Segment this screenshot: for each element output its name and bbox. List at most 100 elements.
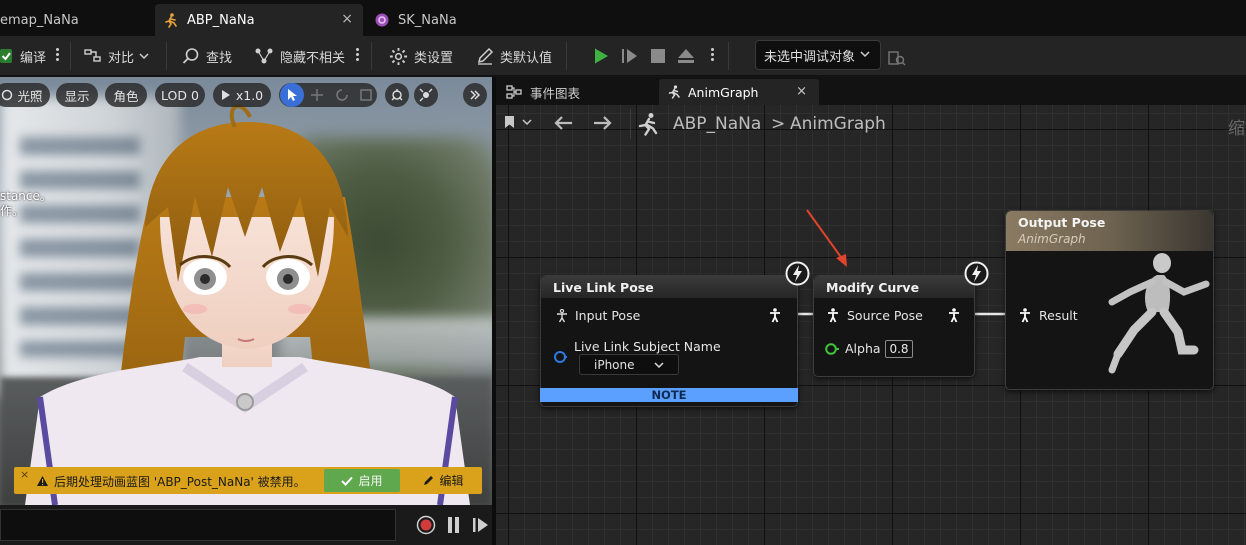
play-options-kebab[interactable] bbox=[711, 46, 715, 66]
graph-tab-bar: 事件图表 AnimGraph × bbox=[496, 77, 1246, 105]
close-icon[interactable]: × bbox=[796, 84, 807, 99]
lightning-icon bbox=[964, 261, 989, 286]
subject-name-label: Live Link Subject Name bbox=[574, 339, 721, 354]
select-tool-button[interactable] bbox=[280, 83, 304, 107]
tab-event-graph[interactable]: 事件图表 bbox=[500, 79, 652, 105]
debug-filter-icon bbox=[888, 51, 906, 66]
event-graph-icon bbox=[506, 85, 522, 99]
viewport-toolbar: 光照 显示 角色 LOD 0 x1.0 bbox=[0, 83, 492, 109]
class-settings-button[interactable]: 类设置 bbox=[389, 44, 453, 68]
play-forward-button[interactable] bbox=[472, 515, 490, 535]
viewport-expand-button[interactable] bbox=[463, 83, 487, 107]
snap-button[interactable] bbox=[414, 83, 438, 107]
node-note-bar[interactable]: NOTE bbox=[540, 388, 798, 402]
live-link-output-pin[interactable] bbox=[768, 308, 782, 327]
toolbar-divider bbox=[566, 42, 567, 70]
snap-icon bbox=[419, 88, 433, 102]
character-button[interactable]: 角色 bbox=[105, 83, 147, 107]
eject-icon bbox=[678, 49, 694, 63]
diff-button[interactable]: 对比 bbox=[84, 44, 155, 68]
toolbar-divider bbox=[166, 42, 167, 70]
tab-label: SK_NaNa bbox=[398, 12, 457, 28]
hide-options-kebab[interactable] bbox=[356, 46, 360, 66]
chevron-down-icon bbox=[139, 53, 149, 60]
show-button[interactable]: 显示 bbox=[56, 83, 98, 107]
record-icon bbox=[416, 515, 436, 535]
pencil-icon bbox=[424, 475, 434, 485]
hide-unrelated-button[interactable]: 隐藏不相关 bbox=[254, 44, 345, 68]
viewport-timeline bbox=[0, 505, 492, 545]
node-subtitle: AnimGraph bbox=[1018, 232, 1086, 246]
step-button[interactable] bbox=[618, 44, 642, 68]
record-button[interactable] bbox=[416, 515, 436, 535]
hide-unrelated-icon bbox=[255, 48, 273, 64]
lighting-button[interactable]: 光照 bbox=[0, 83, 50, 107]
tab-sk-nana[interactable]: SK_NaNa bbox=[372, 4, 532, 36]
node-title: Output Pose bbox=[1018, 215, 1106, 230]
cursor-icon bbox=[288, 89, 297, 101]
pause-button[interactable] bbox=[446, 515, 462, 535]
pose-pin-icon bbox=[770, 308, 780, 323]
play-icon bbox=[221, 90, 230, 100]
warning-close-icon[interactable]: × bbox=[20, 468, 29, 481]
check-icon bbox=[341, 476, 354, 486]
toolbar-divider bbox=[728, 42, 729, 70]
close-icon[interactable]: × bbox=[341, 11, 353, 27]
lightning-icon bbox=[785, 261, 810, 286]
modify-curve-output-pin[interactable] bbox=[947, 308, 961, 327]
running-mannequin-icon bbox=[1108, 253, 1210, 374]
camera-focus-button[interactable] bbox=[385, 83, 409, 107]
viewport-overlay-text: stance。 作。 bbox=[0, 189, 52, 218]
light-icon bbox=[2, 89, 13, 101]
edit-button[interactable]: 编辑 bbox=[408, 469, 478, 492]
pose-pin-icon bbox=[949, 308, 959, 323]
main-toolbar: 编译 对比 查找 隐藏不相关 类设置 类默认值 bbox=[0, 36, 1246, 76]
subject-name-pin[interactable] bbox=[553, 350, 567, 368]
stop-button[interactable] bbox=[646, 44, 670, 68]
eject-button[interactable] bbox=[674, 44, 698, 68]
result-pin[interactable]: Result bbox=[1018, 308, 1078, 323]
preview-viewport[interactable]: stance。 作。 光照 显示 角色 LOD 0 x1.0 bbox=[0, 77, 492, 505]
debug-target-select[interactable]: 未选中调试对象 bbox=[755, 40, 881, 70]
timeline-scrubber[interactable] bbox=[0, 509, 396, 541]
tab-emap[interactable]: emap_NaNa bbox=[0, 4, 154, 36]
tab-label: ABP_NaNa bbox=[187, 12, 255, 28]
playback-speed-button[interactable]: x1.0 bbox=[213, 83, 271, 107]
pose-pin-icon bbox=[828, 308, 838, 323]
compile-button[interactable]: 编译 bbox=[0, 44, 46, 68]
tab-animgraph[interactable]: AnimGraph × bbox=[659, 79, 819, 105]
fast-path-icon bbox=[785, 261, 810, 290]
running-man-icon bbox=[668, 85, 680, 99]
alpha-value-input[interactable]: 0.8 bbox=[885, 340, 913, 358]
node-title: Modify Curve bbox=[814, 276, 974, 298]
warning-text: 后期处理动画蓝图 'ABP_Post_NaNa' 被禁用。 bbox=[54, 475, 306, 489]
fast-path-icon bbox=[964, 261, 989, 290]
output-pose-header: Output Pose AnimGraph bbox=[1006, 211, 1213, 251]
pose-pin-icon bbox=[1020, 308, 1030, 323]
tab-abp-nana[interactable]: ABP_NaNa × bbox=[155, 4, 363, 36]
lod-button[interactable]: LOD 0 bbox=[155, 83, 205, 107]
play-forward-icon bbox=[473, 518, 488, 532]
subject-name-dropdown[interactable]: iPhone bbox=[579, 354, 679, 375]
scale-tool-button[interactable] bbox=[354, 83, 378, 107]
alpha-pin[interactable]: Alpha bbox=[825, 341, 881, 356]
debug-filter-button[interactable] bbox=[888, 46, 912, 70]
compile-check-icon bbox=[0, 49, 12, 63]
compile-options-kebab[interactable] bbox=[56, 46, 60, 66]
play-button[interactable] bbox=[589, 44, 613, 68]
find-button[interactable]: 查找 bbox=[182, 44, 232, 68]
float-pin-icon bbox=[825, 342, 839, 355]
chevron-down-icon bbox=[860, 51, 870, 58]
input-pose-pin[interactable]: Input Pose bbox=[555, 308, 640, 323]
rotate-icon bbox=[336, 89, 348, 101]
search-icon bbox=[182, 48, 199, 64]
rotate-tool-button[interactable] bbox=[330, 83, 354, 107]
character-preview bbox=[25, 104, 470, 505]
class-defaults-button[interactable]: 类默认值 bbox=[476, 44, 552, 68]
focus-icon bbox=[391, 89, 403, 101]
document-tab-bar: emap_NaNa ABP_NaNa × SK_NaNa bbox=[0, 0, 1246, 36]
toolbar-divider bbox=[70, 42, 71, 70]
translate-tool-button[interactable] bbox=[305, 83, 329, 107]
enable-button[interactable]: 启用 bbox=[324, 469, 400, 492]
source-pose-pin[interactable]: Source Pose bbox=[826, 308, 923, 323]
